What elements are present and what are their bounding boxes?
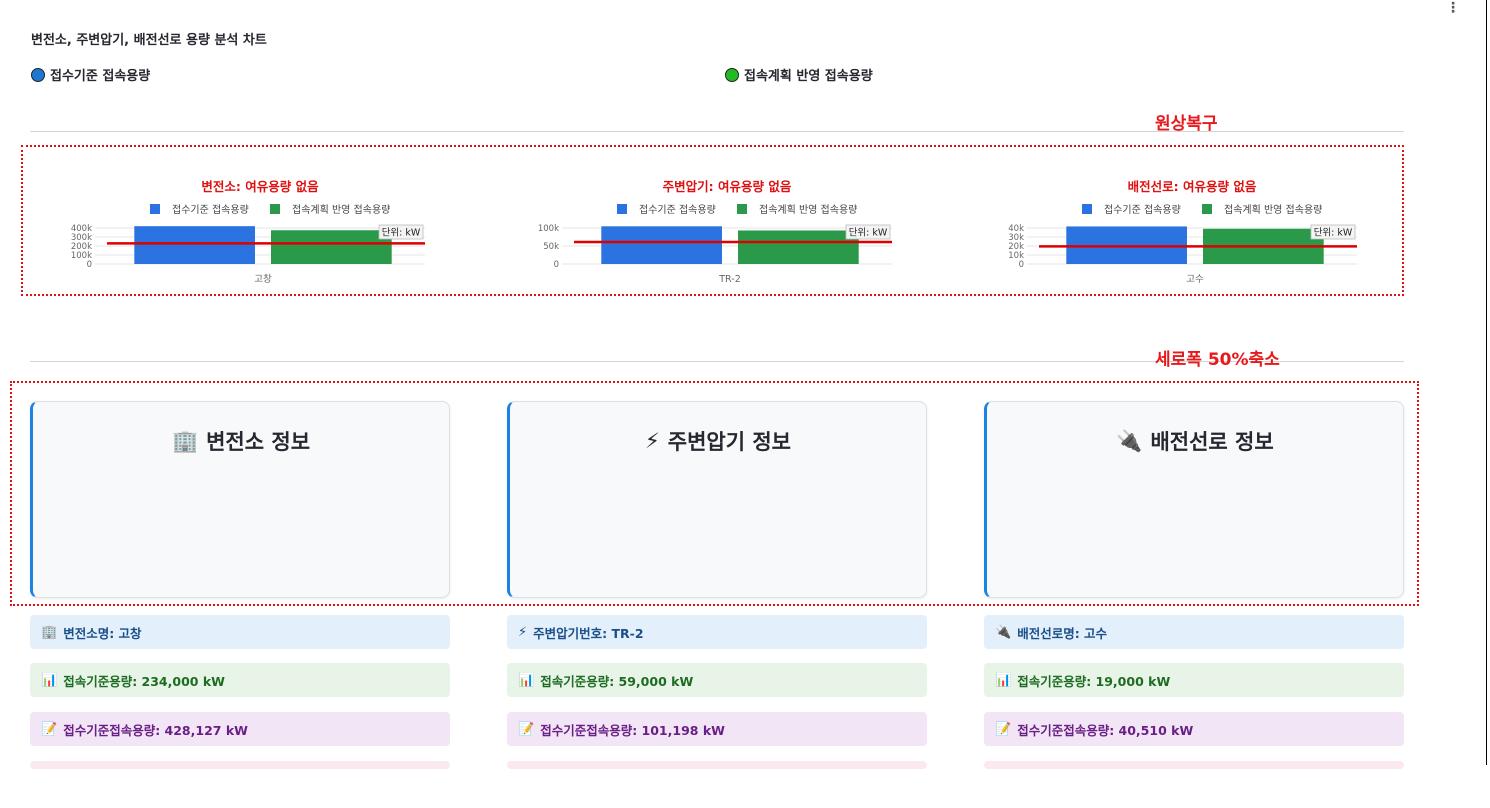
legend-swatch xyxy=(150,204,160,214)
legend-swatch xyxy=(737,204,747,214)
bar-received xyxy=(601,226,722,264)
x-category-label: TR-2 xyxy=(718,274,741,285)
legend-label: 접속계획 반영 접속용량 xyxy=(759,204,857,216)
lightning-icon: ⚡ xyxy=(518,624,528,640)
y-tick-label: 50k xyxy=(543,242,559,252)
page-title: 변전소, 주변압기, 배전선로 용량 분석 차트 xyxy=(31,33,267,48)
y-tick-label: 0 xyxy=(87,260,92,270)
legend-label: 접수기준 접속용량 xyxy=(1104,204,1181,216)
chart-title: 배전선로: 여유용량 없음 xyxy=(1128,179,1257,194)
card-title-text: 주변압기 정보 xyxy=(667,430,791,454)
info-text: 접수기준접속용량: 40,510 kW xyxy=(1017,722,1194,738)
info-row-received: 📝 접수기준접속용량: 428,127 kW xyxy=(30,712,450,746)
green-circle-icon xyxy=(725,67,739,82)
info-row-capacity: 📊 접속기준용량: 234,000 kW xyxy=(30,663,450,697)
card-title-text: 배전선로 정보 xyxy=(1150,430,1274,454)
info-row-partial xyxy=(984,761,1404,769)
info-text: 접속기준용량: 234,000 kW xyxy=(63,673,225,689)
building-icon: 🏢 xyxy=(41,624,58,640)
bar-chart-icon: 📊 xyxy=(995,672,1012,688)
legend-item-received: 접수기준 접속용량 xyxy=(31,65,150,84)
bar-planned xyxy=(738,230,859,264)
bar-received xyxy=(134,226,255,264)
info-text: 배전선로명: 고수 xyxy=(1017,625,1108,641)
bar-planned xyxy=(271,230,392,264)
transformer-chart: 주변압기: 여유용량 없음접수기준 접속용량 접속계획 반영 접속용량 100k 50… xyxy=(538,179,892,285)
building-icon: 🏢 xyxy=(171,428,199,453)
unit-label: 단위: kW xyxy=(382,227,421,239)
legend-swatch xyxy=(1082,204,1092,214)
card-title-text: 변전소 정보 xyxy=(206,430,311,454)
annotation-restore: 원상복구 xyxy=(1155,114,1218,134)
info-text: 변전소명: 고창 xyxy=(63,625,142,641)
card-title: 🔌 배전선로 정보 xyxy=(987,426,1403,456)
info-row-partial xyxy=(30,761,450,769)
y-tick-label: 100k xyxy=(538,224,559,234)
x-category-label: 고수 xyxy=(1186,274,1204,285)
more-menu-icon[interactable]: ⋮ xyxy=(1446,0,1460,16)
legend-label: 접속계획 반영 접속용량 xyxy=(292,204,390,216)
legend-label: 접수기준 접속용량 xyxy=(172,204,249,216)
lightning-icon: ⚡ xyxy=(645,429,660,453)
feeder-info-card: 🔌 배전선로 정보 xyxy=(984,401,1404,598)
substation-chart: 변전소: 여유용량 없음접수기준 접속용량 접속계획 반영 접속용량400k300… xyxy=(71,179,425,285)
legend-swatch xyxy=(617,204,627,214)
blue-circle-icon xyxy=(31,67,45,82)
chart-title: 변전소: 여유용량 없음 xyxy=(201,179,319,194)
memo-icon: 📝 xyxy=(41,721,58,737)
legend-label: 접수기준 접속용량 xyxy=(50,69,151,84)
legend-label: 접속계획 반영 접속용량 xyxy=(1224,204,1322,216)
card-title: 🏢 변전소 정보 xyxy=(33,426,449,456)
info-text: 주변압기번호: TR-2 xyxy=(533,625,644,641)
memo-icon: 📝 xyxy=(995,721,1012,737)
legend-label: 접수기준 접속용량 xyxy=(639,204,716,216)
legend-swatch xyxy=(270,204,280,214)
info-row-capacity: 📊 접속기준용량: 19,000 kW xyxy=(984,663,1404,697)
info-text: 접수기준접속용량: 101,198 kW xyxy=(540,722,725,738)
plug-icon: 🔌 xyxy=(1116,428,1143,453)
x-category-label: 고창 xyxy=(254,274,272,285)
scrollbar[interactable] xyxy=(1486,0,1487,765)
legend-label: 접속계획 반영 접속용량 xyxy=(744,69,873,84)
legend-swatch xyxy=(1202,204,1212,214)
info-text: 접속기준용량: 19,000 kW xyxy=(1017,673,1171,689)
info-row-received: 📝 접수기준접속용량: 40,510 kW xyxy=(984,712,1404,746)
unit-label: 단위: kW xyxy=(849,227,888,239)
chart-title: 주변압기: 여유용량 없음 xyxy=(663,179,792,194)
bar-chart-icon: 📊 xyxy=(41,672,58,688)
memo-icon: 📝 xyxy=(518,721,535,737)
info-row-capacity: 📊 접속기준용량: 59,000 kW xyxy=(507,663,927,697)
y-tick-label: 0 xyxy=(554,260,559,270)
legend-item-planned: 접속계획 반영 접속용량 xyxy=(725,65,873,84)
transformer-info-card: ⚡ 주변압기 정보 xyxy=(507,401,927,598)
substation-info-card: 🏢 변전소 정보 xyxy=(30,401,450,598)
info-row-partial xyxy=(507,761,927,769)
y-tick-label: 0 xyxy=(1019,260,1024,270)
info-row-name: ⚡ 주변압기번호: TR-2 xyxy=(507,615,927,649)
info-row-name: 🔌 배전선로명: 고수 xyxy=(984,615,1404,649)
info-row-received: 📝 접수기준접속용량: 101,198 kW xyxy=(507,712,927,746)
info-text: 접속기준용량: 59,000 kW xyxy=(540,673,694,689)
unit-label: 단위: kW xyxy=(1314,227,1353,239)
annotation-shrink: 세로폭 50%축소 xyxy=(1155,350,1280,370)
info-text: 접수기준접속용량: 428,127 kW xyxy=(63,722,248,738)
info-row-name: 🏢 변전소명: 고창 xyxy=(30,615,450,649)
plug-icon: 🔌 xyxy=(995,624,1012,640)
card-title: ⚡ 주변압기 정보 xyxy=(510,426,926,456)
bar-chart-icon: 📊 xyxy=(518,672,535,688)
feeder-chart: 배전선로: 여유용량 없음접수기준 접속용량 접속계획 반영 접속용량40k30k… xyxy=(1008,179,1357,285)
